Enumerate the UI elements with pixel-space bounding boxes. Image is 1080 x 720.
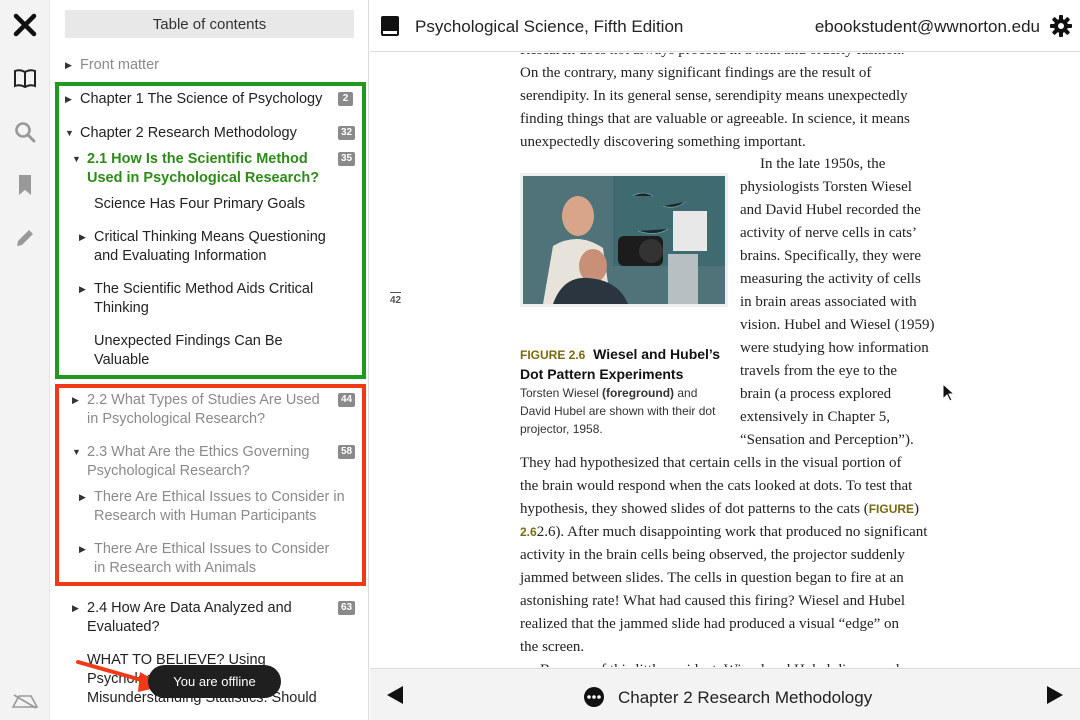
search-icon[interactable]	[10, 117, 40, 147]
page-badge: 58	[338, 445, 356, 459]
expand-triangle-icon[interactable]: ▶	[65, 90, 72, 109]
figure-link[interactable]: FIGURE	[869, 502, 914, 516]
paragraph-top: Research does not always proceed in a ne…	[520, 53, 910, 150]
page-badge: 32	[338, 126, 356, 140]
figure-photo	[520, 173, 728, 307]
toc-item-chapter-1[interactable]: ▶ Chapter 1 The Science of Psychology	[65, 90, 335, 109]
toc-item-section-2-4[interactable]: ▶ 2.4 How Are Data Analyzed and Evaluate…	[72, 599, 322, 637]
expand-triangle-icon[interactable]: ▶	[72, 599, 79, 618]
book-page: 42 Research does not always proceed in a…	[370, 53, 1080, 667]
close-icon[interactable]	[10, 10, 40, 40]
toc-item-section-2-1[interactable]: ▼ 2.1 How Is the Scientific Method Used …	[72, 150, 324, 188]
paragraph-side: In the late 1950s, the physiologists Tor…	[740, 156, 935, 448]
toc-panel: Table of contents ▶ Front matter ▶ Chapt…	[50, 0, 369, 720]
toc-item-scientific-method[interactable]: ▶ The Scientific Method Aids Critical Th…	[79, 280, 329, 318]
expand-triangle-icon[interactable]: ▶	[79, 228, 86, 247]
next-page-icon[interactable]	[1045, 685, 1065, 705]
offline-icon[interactable]	[10, 686, 40, 716]
toc-item-ethics-human[interactable]: ▶ There Are Ethical Issues to Consider i…	[79, 488, 349, 526]
figure-number: FIGURE 2.6	[520, 348, 586, 362]
expand-triangle-icon[interactable]: ▶	[79, 488, 86, 507]
toc-item-unexpected-findings[interactable]: Unexpected Findings Can Be Valuable	[94, 332, 324, 370]
page-badge: 44	[338, 393, 356, 407]
collapse-triangle-icon[interactable]: ▼	[65, 124, 74, 143]
expand-triangle-icon[interactable]: ▶	[79, 280, 86, 299]
mouse-cursor-icon	[942, 383, 956, 402]
bookmark-icon[interactable]	[10, 170, 40, 200]
previous-page-icon[interactable]	[385, 685, 405, 705]
expand-triangle-icon[interactable]: ▶	[65, 56, 72, 75]
book-cover-icon	[381, 16, 399, 36]
toc-title: Table of contents	[65, 10, 354, 38]
paragraph-bottom: They had hypothesized that certain cells…	[520, 455, 928, 667]
user-email[interactable]: ebookstudent@wwnorton.edu	[815, 17, 1040, 37]
toc-item-four-primary-goals[interactable]: Science Has Four Primary Goals	[94, 195, 344, 214]
expand-triangle-icon[interactable]: ▶	[79, 540, 86, 559]
gear-icon[interactable]	[1050, 15, 1072, 37]
book-title: Psychological Science, Fifth Edition	[415, 17, 684, 36]
toc-item-critical-thinking[interactable]: ▶ Critical Thinking Means Questioning an…	[79, 228, 344, 266]
toc-item-front-matter[interactable]: ▶ Front matter	[65, 56, 335, 75]
figure-caption-title: FIGURE 2.6 Wiesel and Hubel’s Dot Patter…	[520, 345, 730, 384]
current-chapter-label[interactable]: Chapter 2 Research Methodology	[618, 688, 872, 708]
page-badge: 35	[338, 152, 356, 166]
page-badge: 63	[338, 601, 356, 615]
expand-triangle-icon[interactable]: ▶	[72, 391, 79, 410]
offline-toast: You are offline	[148, 665, 281, 698]
page-number: 42	[390, 292, 402, 306]
figure-link[interactable]: 2.6	[520, 525, 537, 539]
toc-item-ethics-animals[interactable]: ▶ There Are Ethical Issues to Consider i…	[79, 540, 344, 578]
collapse-triangle-icon[interactable]: ▼	[72, 443, 81, 462]
reader-footer: Chapter 2 Research Methodology	[370, 668, 1080, 720]
scientists-photo-image	[523, 176, 725, 304]
toc-item-section-2-2[interactable]: ▶ 2.2 What Types of Studies Are Used in …	[72, 391, 322, 429]
icon-rail	[0, 0, 50, 720]
collapse-triangle-icon[interactable]: ▼	[72, 150, 81, 169]
more-options-icon[interactable]	[583, 686, 605, 708]
figure-caption-body: Torsten Wiesel (foreground) and David Hu…	[520, 386, 716, 436]
book-icon[interactable]	[10, 64, 40, 94]
toc-item-section-2-3[interactable]: ▼ 2.3 What Are the Ethics Governing Psyc…	[72, 443, 322, 481]
page-badge: 2	[338, 92, 353, 106]
pencil-icon[interactable]	[10, 223, 40, 253]
toc-item-chapter-2[interactable]: ▼ Chapter 2 Research Methodology	[65, 124, 335, 143]
reader-header: Psychological Science, Fifth Edition ebo…	[370, 0, 1080, 52]
